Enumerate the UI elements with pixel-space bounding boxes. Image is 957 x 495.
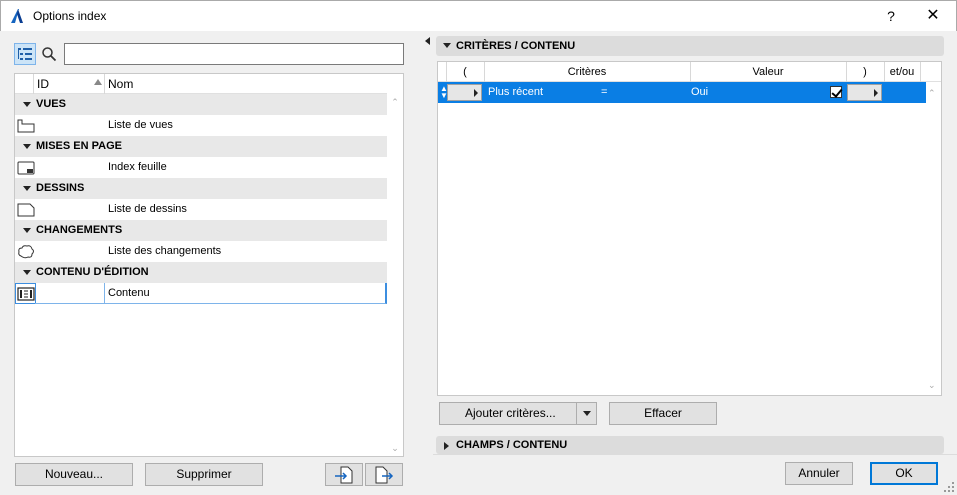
clear-button[interactable]: Effacer bbox=[609, 402, 717, 425]
collapse-triangle-icon[interactable] bbox=[443, 43, 451, 48]
popup-arrow-icon bbox=[474, 89, 478, 97]
operator-cell[interactable]: = bbox=[601, 86, 607, 98]
group-label: DESSINS bbox=[36, 182, 85, 194]
group-label: CHANGEMENTS bbox=[36, 224, 123, 236]
column-separator[interactable] bbox=[920, 62, 921, 82]
cancel-button[interactable]: Annuler bbox=[785, 462, 853, 485]
group-row-contenu-edition[interactable]: CONTENU D'ÉDITION bbox=[15, 262, 387, 283]
collapse-triangle-icon[interactable] bbox=[23, 144, 31, 149]
add-criteria-button[interactable]: Ajouter critères... bbox=[439, 402, 597, 425]
close-paren-popup[interactable] bbox=[847, 84, 882, 101]
column-header-id[interactable]: ID bbox=[37, 77, 49, 91]
popup-arrow-icon bbox=[874, 89, 878, 97]
resize-grip-icon[interactable] bbox=[943, 481, 955, 493]
item-label: Liste de dessins bbox=[108, 203, 187, 215]
column-header-name[interactable]: Nom bbox=[108, 77, 133, 91]
sort-ascending-icon bbox=[94, 79, 102, 85]
archicad-app-icon bbox=[11, 9, 23, 23]
new-button[interactable]: Nouveau... bbox=[15, 463, 133, 486]
search-input[interactable] bbox=[64, 43, 404, 65]
column-separator bbox=[33, 74, 34, 94]
group-label: MISES EN PAGE bbox=[36, 140, 122, 152]
column-header-open-paren: ( bbox=[463, 66, 467, 78]
item-label: Contenu bbox=[108, 287, 150, 299]
close-button[interactable]: ✕ bbox=[921, 5, 945, 27]
title-bar: Options index ? ✕ bbox=[0, 0, 957, 31]
column-header-close-paren: ) bbox=[863, 66, 867, 78]
open-paren-popup[interactable] bbox=[447, 84, 482, 101]
revision-cloud-icon bbox=[18, 245, 34, 259]
tree-item-index-feuille[interactable]: Index feuille bbox=[15, 157, 387, 178]
scroll-up-icon[interactable]: ⌃ bbox=[928, 88, 936, 99]
id-cell[interactable] bbox=[35, 283, 105, 304]
view-list-icon bbox=[17, 119, 35, 133]
tree-list-icon bbox=[18, 48, 32, 60]
drawing-list-icon bbox=[17, 203, 35, 217]
collapse-triangle-icon[interactable] bbox=[23, 270, 31, 275]
group-row-vues[interactable]: VUES bbox=[15, 94, 387, 115]
value-checkbox[interactable] bbox=[830, 86, 842, 98]
column-header-value: Valeur bbox=[752, 66, 784, 78]
group-label: CONTENU D'ÉDITION bbox=[36, 266, 149, 278]
window-title: Options index bbox=[33, 9, 107, 23]
drag-handle-icon[interactable]: ▲ ▼ bbox=[440, 85, 448, 100]
collapse-left-icon[interactable] bbox=[425, 37, 430, 45]
fields-section-header[interactable]: CHAMPS / CONTENU bbox=[436, 436, 944, 454]
export-button[interactable] bbox=[365, 463, 403, 486]
value-cell[interactable]: Oui bbox=[691, 86, 708, 98]
tree-scrollbar[interactable]: ⌃ ⌄ bbox=[387, 94, 403, 456]
item-label: Liste de vues bbox=[108, 119, 173, 131]
index-tree[interactable]: ID Nom VUES Liste de vues MISES EN PAGE bbox=[14, 73, 404, 457]
tree-item-liste-des-changements[interactable]: Liste des changements bbox=[15, 241, 387, 262]
tree-item-liste-de-dessins[interactable]: Liste de dessins bbox=[15, 199, 387, 220]
pane-splitter[interactable] bbox=[423, 31, 433, 495]
tree-view-toggle-button[interactable] bbox=[14, 43, 36, 65]
tree-item-liste-de-vues[interactable]: Liste de vues bbox=[15, 115, 387, 136]
sheet-index-icon bbox=[17, 161, 35, 175]
left-pane: ID Nom VUES Liste de vues MISES EN PAGE bbox=[0, 31, 423, 495]
ok-button[interactable]: OK bbox=[870, 462, 938, 485]
expand-triangle-icon[interactable] bbox=[444, 442, 449, 450]
criterion-cell[interactable]: Plus récent bbox=[488, 86, 543, 98]
criteria-table[interactable]: ( Critères Valeur ) et/ou ▲ ▼ Plus récent… bbox=[437, 61, 942, 396]
column-header-and-or: et/ou bbox=[889, 66, 915, 78]
collapse-triangle-icon[interactable] bbox=[23, 186, 31, 191]
group-label: VUES bbox=[36, 98, 66, 110]
scroll-down-icon[interactable]: ⌄ bbox=[928, 380, 936, 391]
import-button[interactable] bbox=[325, 463, 363, 486]
collapse-triangle-icon[interactable] bbox=[23, 228, 31, 233]
tree-header: ID Nom bbox=[15, 74, 387, 94]
section-title: CRITÈRES / CONTENU bbox=[456, 40, 576, 52]
column-header-criteria: Critères bbox=[567, 66, 607, 78]
help-button[interactable]: ? bbox=[881, 6, 901, 26]
scroll-down-icon[interactable]: ⌄ bbox=[391, 444, 399, 453]
item-label: Index feuille bbox=[108, 161, 167, 173]
item-label: Liste des changements bbox=[108, 245, 222, 257]
group-row-dessins[interactable]: DESSINS bbox=[15, 178, 387, 199]
criteria-table-header: ( Critères Valeur ) et/ou bbox=[438, 62, 941, 82]
column-separator[interactable] bbox=[104, 74, 105, 94]
publisher-content-icon bbox=[17, 287, 35, 301]
divider bbox=[433, 454, 957, 455]
scroll-up-icon[interactable]: ⌃ bbox=[391, 98, 399, 107]
group-row-mises-en-page[interactable]: MISES EN PAGE bbox=[15, 136, 387, 157]
group-row-changements[interactable]: CHANGEMENTS bbox=[15, 220, 387, 241]
tree-item-contenu[interactable]: Contenu bbox=[15, 283, 387, 304]
criteria-row[interactable]: ▲ ▼ Plus récent = Oui bbox=[438, 82, 926, 103]
import-icon bbox=[335, 466, 353, 484]
add-criteria-dropdown-icon[interactable] bbox=[576, 403, 596, 424]
add-criteria-label: Ajouter critères... bbox=[465, 406, 556, 420]
search-icon bbox=[42, 47, 57, 62]
export-icon bbox=[375, 466, 394, 484]
criteria-section-header[interactable]: CRITÈRES / CONTENU bbox=[436, 36, 944, 56]
section-title: CHAMPS / CONTENU bbox=[456, 439, 568, 451]
collapse-triangle-icon[interactable] bbox=[23, 102, 31, 107]
delete-button[interactable]: Supprimer bbox=[145, 463, 263, 486]
